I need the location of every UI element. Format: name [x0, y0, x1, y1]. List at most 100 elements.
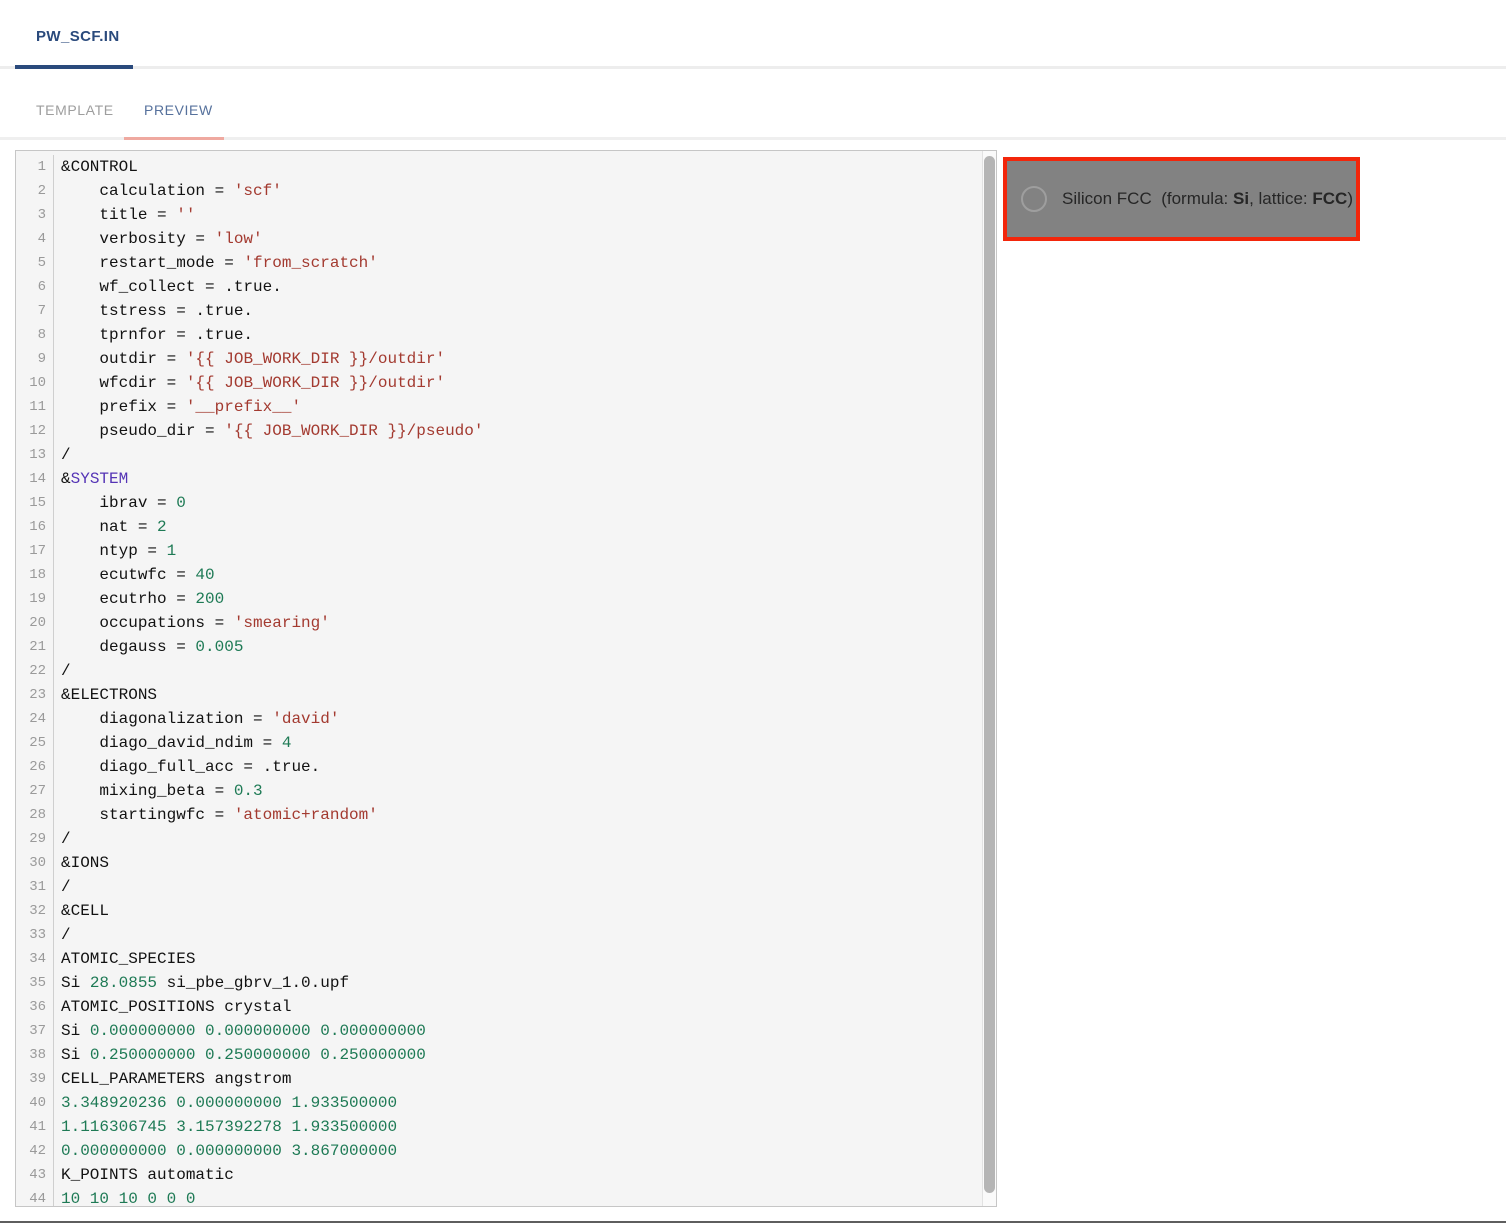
code-line-5: 5 restart_mode = 'from_scratch'	[16, 251, 982, 275]
code-line-text: CELL_PARAMETERS angstrom	[54, 1067, 291, 1091]
code-line-text: Si 28.0855 si_pbe_gbrv_1.0.upf	[54, 971, 349, 995]
code-line-13: 13/	[16, 443, 982, 467]
code-line-text: wfcdir = '{{ JOB_WORK_DIR }}/outdir'	[54, 371, 445, 395]
code-line-26: 26 diago_full_acc = .true.	[16, 755, 982, 779]
code-line-14: 14&SYSTEM	[16, 467, 982, 491]
material-option-label: Silicon FCC (formula: Si, lattice: FCC)	[1062, 189, 1353, 209]
code-line-text: /	[54, 659, 71, 683]
line-number: 10	[16, 371, 54, 395]
code-line-text: &SYSTEM	[54, 467, 128, 491]
code-line-text: &CELL	[54, 899, 109, 923]
code-line-text: &ELECTRONS	[54, 683, 157, 707]
code-line-6: 6 wf_collect = .true.	[16, 275, 982, 299]
code-line-29: 29/	[16, 827, 982, 851]
line-number: 40	[16, 1091, 54, 1115]
tab-template[interactable]: TEMPLATE	[36, 102, 114, 118]
line-number: 21	[16, 635, 54, 659]
code-line-21: 21 degauss = 0.005	[16, 635, 982, 659]
code-line-text: diagonalization = 'david'	[54, 707, 339, 731]
code-line-18: 18 ecutwfc = 40	[16, 563, 982, 587]
code-line-35: 35Si 28.0855 si_pbe_gbrv_1.0.upf	[16, 971, 982, 995]
code-line-text: pseudo_dir = '{{ JOB_WORK_DIR }}/pseudo'	[54, 419, 483, 443]
line-number: 18	[16, 563, 54, 587]
code-line-text: diago_david_ndim = 4	[54, 731, 291, 755]
code-line-8: 8 tprnfor = .true.	[16, 323, 982, 347]
code-line-32: 32&CELL	[16, 899, 982, 923]
line-number: 5	[16, 251, 54, 275]
code-editor[interactable]: 1&CONTROL2 calculation = 'scf'3 title = …	[15, 150, 997, 1207]
code-line-text: restart_mode = 'from_scratch'	[54, 251, 378, 275]
line-number: 42	[16, 1139, 54, 1163]
code-line-text: &CONTROL	[54, 155, 138, 179]
code-line-25: 25 diago_david_ndim = 4	[16, 731, 982, 755]
code-line-24: 24 diagonalization = 'david'	[16, 707, 982, 731]
code-line-text: ntyp = 1	[54, 539, 176, 563]
code-line-text: 10 10 10 0 0 0	[54, 1187, 195, 1206]
scrollbar-thumb[interactable]	[984, 156, 995, 1193]
code-line-text: /	[54, 827, 71, 851]
line-number: 4	[16, 227, 54, 251]
code-line-10: 10 wfcdir = '{{ JOB_WORK_DIR }}/outdir'	[16, 371, 982, 395]
code-line-15: 15 ibrav = 0	[16, 491, 982, 515]
file-tab-active-underline	[15, 65, 133, 69]
view-tabs-divider	[0, 137, 1506, 140]
code-line-text: /	[54, 875, 71, 899]
code-line-16: 16 nat = 2	[16, 515, 982, 539]
code-line-text: ecutwfc = 40	[54, 563, 215, 587]
line-number: 3	[16, 203, 54, 227]
code-line-text: /	[54, 443, 71, 467]
line-number: 17	[16, 539, 54, 563]
code-line-text: tprnfor = .true.	[54, 323, 253, 347]
code-line-33: 33/	[16, 923, 982, 947]
file-tab-pw-scf-in[interactable]: PW_SCF.IN	[36, 28, 120, 45]
code-line-text: Si 0.250000000 0.250000000 0.250000000	[54, 1043, 426, 1067]
line-number: 14	[16, 467, 54, 491]
code-line-text: diago_full_acc = .true.	[54, 755, 320, 779]
line-number: 41	[16, 1115, 54, 1139]
line-number: 39	[16, 1067, 54, 1091]
code-line-34: 34ATOMIC_SPECIES	[16, 947, 982, 971]
line-number: 15	[16, 491, 54, 515]
tab-preview-indicator	[124, 137, 224, 140]
code-line-7: 7 tstress = .true.	[16, 299, 982, 323]
code-line-text: calculation = 'scf'	[54, 179, 282, 203]
line-number: 37	[16, 1019, 54, 1043]
material-option-silicon-fcc[interactable]: Silicon FCC (formula: Si, lattice: FCC)	[1003, 157, 1360, 241]
page-bottom-divider	[0, 1221, 1506, 1223]
code-line-text: &IONS	[54, 851, 109, 875]
line-number: 19	[16, 587, 54, 611]
code-line-text: startingwfc = 'atomic+random'	[54, 803, 378, 827]
code-line-31: 31/	[16, 875, 982, 899]
line-number: 33	[16, 923, 54, 947]
code-line-2: 2 calculation = 'scf'	[16, 179, 982, 203]
code-line-text: ATOMIC_POSITIONS crystal	[54, 995, 291, 1019]
code-line-text: verbosity = 'low'	[54, 227, 263, 251]
code-line-text: nat = 2	[54, 515, 167, 539]
code-line-1: 1&CONTROL	[16, 155, 982, 179]
code-line-text: tstress = .true.	[54, 299, 253, 323]
code-line-12: 12 pseudo_dir = '{{ JOB_WORK_DIR }}/pseu…	[16, 419, 982, 443]
code-line-text: 0.000000000 0.000000000 3.867000000	[54, 1139, 397, 1163]
code-line-23: 23&ELECTRONS	[16, 683, 982, 707]
code-line-22: 22/	[16, 659, 982, 683]
line-number: 32	[16, 899, 54, 923]
line-number: 11	[16, 395, 54, 419]
code-line-text: /	[54, 923, 71, 947]
code-line-41: 411.116306745 3.157392278 1.933500000	[16, 1115, 982, 1139]
line-number: 1	[16, 155, 54, 179]
code-line-text: ATOMIC_SPECIES	[54, 947, 195, 971]
line-number: 28	[16, 803, 54, 827]
code-line-42: 420.000000000 0.000000000 3.867000000	[16, 1139, 982, 1163]
code-line-20: 20 occupations = 'smearing'	[16, 611, 982, 635]
tab-preview[interactable]: PREVIEW	[144, 102, 213, 118]
editor-scrollbar[interactable]	[982, 151, 996, 1206]
code-line-text: K_POINTS automatic	[54, 1163, 234, 1187]
line-number: 25	[16, 731, 54, 755]
code-line-27: 27 mixing_beta = 0.3	[16, 779, 982, 803]
radio-button-icon[interactable]	[1021, 186, 1047, 212]
code-line-text: occupations = 'smearing'	[54, 611, 330, 635]
code-line-text: prefix = '__prefix__'	[54, 395, 301, 419]
code-lines: 1&CONTROL2 calculation = 'scf'3 title = …	[16, 151, 982, 1206]
line-number: 9	[16, 347, 54, 371]
code-line-text: Si 0.000000000 0.000000000 0.000000000	[54, 1019, 426, 1043]
